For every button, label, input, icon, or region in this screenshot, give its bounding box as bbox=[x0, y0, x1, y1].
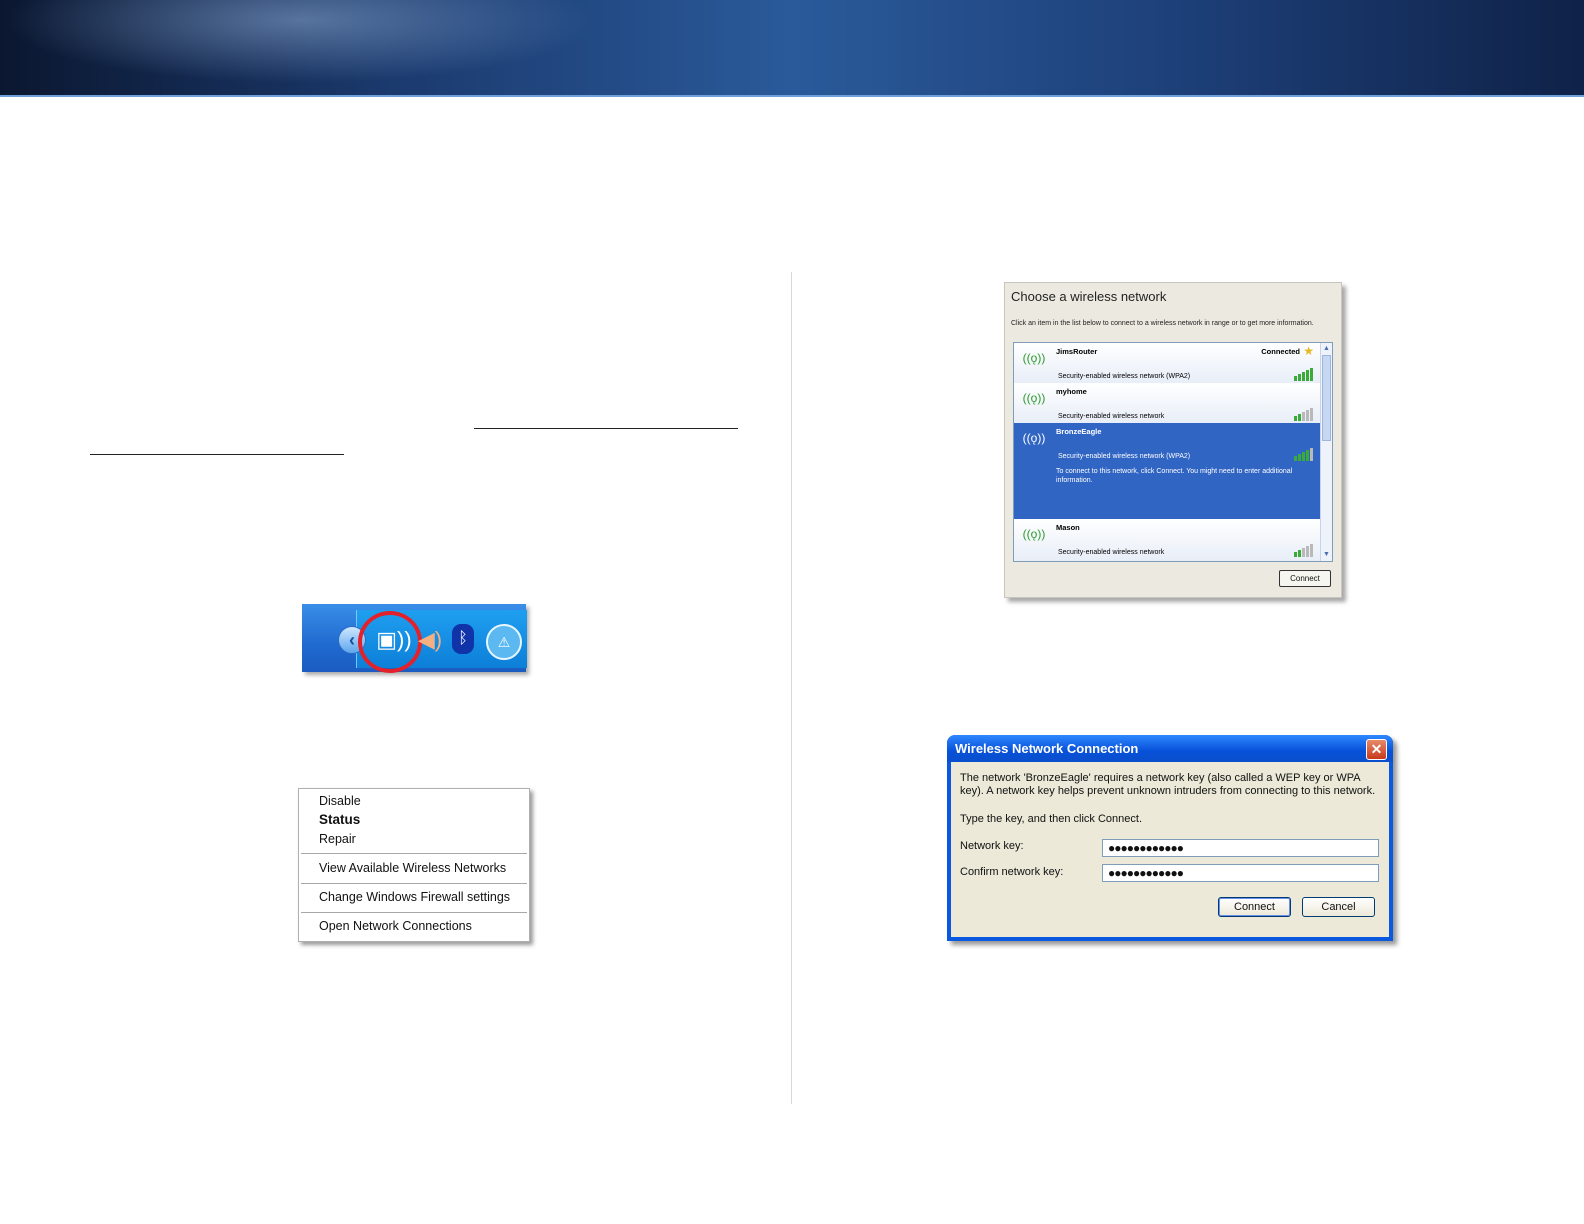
dialog-body: The network 'BronzeEagle' requires a net… bbox=[951, 762, 1389, 937]
signal-strength-icon bbox=[1294, 447, 1316, 461]
wireless-network-connection-dialog: Wireless Network Connection ✕ The networ… bbox=[947, 735, 1393, 941]
connect-button[interactable]: Connect bbox=[1279, 570, 1331, 587]
antenna-icon: ((ǫ)) bbox=[1022, 391, 1046, 405]
taskbar-notification-area: ‹ ▣)) ◀) ᛒ ⚠ bbox=[302, 604, 527, 673]
network-item-bronzeeagle[interactable]: ((ǫ)) BronzeEagle Security-enabled wirel… bbox=[1014, 423, 1320, 519]
menu-separator bbox=[301, 853, 527, 854]
menu-item-view-wireless-networks[interactable]: View Available Wireless Networks bbox=[319, 861, 506, 875]
hyperlink-underline[interactable] bbox=[474, 428, 738, 429]
security-label: Security-enabled wireless network bbox=[1058, 413, 1165, 420]
network-item-jimsrouter[interactable]: ((ǫ)) JimsRouter Connected ★ Security-en… bbox=[1014, 343, 1320, 383]
antenna-icon: ((ǫ)) bbox=[1022, 431, 1046, 445]
list-scrollbar[interactable]: ▲ ▼ bbox=[1320, 343, 1332, 561]
signal-strength-icon bbox=[1294, 543, 1316, 557]
dialog-instruction: Type the key, and then click Connect. bbox=[960, 813, 1143, 825]
header-banner bbox=[0, 0, 1584, 97]
network-key-label: Network key: bbox=[960, 840, 1024, 852]
network-name: Mason bbox=[1056, 523, 1080, 532]
signal-strength-icon bbox=[1294, 367, 1316, 381]
cancel-button[interactable]: Cancel bbox=[1302, 897, 1375, 917]
security-label: Security-enabled wireless network (WPA2) bbox=[1058, 373, 1191, 380]
security-label: Security-enabled wireless network bbox=[1058, 549, 1165, 556]
close-icon[interactable]: ✕ bbox=[1366, 739, 1387, 760]
speaker-icon[interactable]: ◀) bbox=[418, 626, 442, 654]
menu-separator bbox=[301, 912, 527, 913]
column-divider bbox=[791, 272, 792, 1104]
scrollbar-thumb[interactable] bbox=[1322, 355, 1331, 441]
network-list[interactable]: ((ǫ)) JimsRouter Connected ★ Security-en… bbox=[1013, 342, 1333, 562]
menu-separator bbox=[301, 883, 527, 884]
window-title: Choose a wireless network bbox=[1011, 289, 1167, 304]
menu-item-disable[interactable]: Disable bbox=[319, 794, 361, 808]
network-name: JimsRouter bbox=[1056, 347, 1098, 356]
menu-item-open-network-connections[interactable]: Open Network Connections bbox=[319, 919, 472, 933]
menu-item-status[interactable]: Status bbox=[319, 812, 360, 827]
highlight-circle bbox=[358, 611, 422, 673]
menu-item-repair[interactable]: Repair bbox=[319, 832, 356, 846]
header-rule bbox=[0, 95, 1584, 97]
antenna-icon: ((ǫ)) bbox=[1022, 351, 1046, 365]
network-key-field[interactable]: ●●●●●●●●●●●● bbox=[1102, 839, 1379, 857]
window-description: Click an item in the list below to conne… bbox=[1011, 320, 1314, 327]
scroll-up-icon[interactable]: ▲ bbox=[1322, 344, 1331, 354]
hyperlink-underline[interactable] bbox=[90, 454, 344, 455]
antenna-icon: ((ǫ)) bbox=[1022, 527, 1046, 541]
network-info-text: To connect to this network, click Connec… bbox=[1056, 468, 1293, 484]
network-name: BronzeEagle bbox=[1056, 427, 1102, 436]
choose-wireless-network-window: Choose a wireless network Click an item … bbox=[1004, 282, 1342, 598]
confirm-network-key-field[interactable]: ●●●●●●●●●●●● bbox=[1102, 864, 1379, 882]
network-item-mason[interactable]: ((ǫ)) Mason Security-enabled wireless ne… bbox=[1014, 519, 1320, 561]
scroll-down-icon[interactable]: ▼ bbox=[1322, 550, 1331, 560]
security-label: Security-enabled wireless network (WPA2) bbox=[1058, 453, 1191, 460]
connect-button[interactable]: Connect bbox=[1218, 897, 1291, 917]
signal-strength-icon bbox=[1294, 407, 1316, 421]
security-alert-icon[interactable]: ⚠ bbox=[486, 624, 522, 660]
network-context-menu: Disable Status Repair View Available Wir… bbox=[298, 788, 530, 942]
menu-item-change-firewall-settings[interactable]: Change Windows Firewall settings bbox=[319, 890, 510, 904]
connection-status: Connected bbox=[1261, 347, 1300, 356]
dialog-title: Wireless Network Connection bbox=[955, 741, 1139, 756]
confirm-key-label: Confirm network key: bbox=[960, 866, 1064, 878]
network-item-myhome[interactable]: ((ǫ)) myhome Security-enabled wireless n… bbox=[1014, 383, 1320, 423]
network-name: myhome bbox=[1056, 387, 1087, 396]
bluetooth-icon[interactable]: ᛒ bbox=[452, 624, 474, 654]
star-icon: ★ bbox=[1303, 344, 1314, 358]
dialog-message: The network 'BronzeEagle' requires a net… bbox=[960, 772, 1376, 797]
dialog-titlebar: Wireless Network Connection ✕ bbox=[947, 735, 1393, 762]
